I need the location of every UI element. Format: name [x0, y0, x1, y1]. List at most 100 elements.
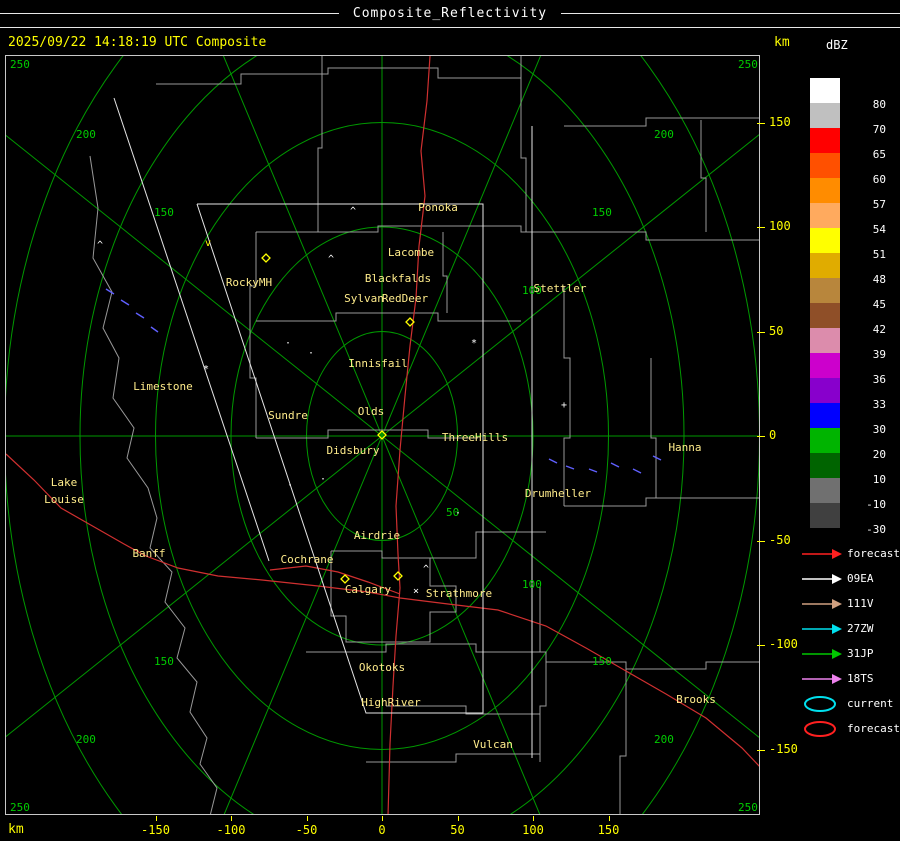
river-segment: [150, 326, 159, 333]
legend-arrow-icon: [802, 623, 842, 634]
map-symbol: ^: [423, 564, 429, 575]
radar-map-canvas[interactable]: 2502001501001502002502502001505010015020…: [0, 0, 900, 841]
map-symbol: ·: [308, 348, 314, 359]
town-label: Sylvan: [344, 292, 384, 305]
map-symbol: ·: [287, 480, 293, 491]
boundary-line: [650, 358, 657, 498]
coverage-outline: [113, 97, 270, 562]
boundary-line: [156, 67, 521, 85]
map-symbol: ·: [285, 338, 291, 349]
colorbar-swatch: [810, 503, 840, 528]
map-legend: forecast 09EA 111V 27ZW 31JP 18TS current forec…: [800, 541, 900, 741]
town-label: Louise: [44, 493, 84, 506]
right-axis-tick: [757, 540, 765, 542]
map-symbol: +: [561, 400, 567, 411]
right-axis-value: 100: [769, 219, 791, 233]
radar-site-marker: [261, 253, 271, 263]
town-label: Innisfail: [348, 357, 408, 370]
legend-item: current: [800, 691, 900, 716]
grid-spoke: [199, 0, 383, 437]
legend-label: 09EA: [847, 572, 874, 585]
colorbar-swatch: [810, 78, 840, 103]
right-axis-tick: [757, 749, 765, 751]
town-label: Lacombe: [388, 246, 434, 259]
right-axis-value: -100: [769, 637, 798, 651]
right-axis-unit-label: km: [774, 35, 790, 50]
map-symbol: *: [203, 364, 209, 375]
boundary-line: [366, 753, 540, 763]
colorbar-stop: 36: [810, 353, 898, 386]
colorbar-value: -30: [866, 523, 886, 536]
boundary-line: [539, 586, 547, 762]
bottom-axis-value: -150: [141, 823, 170, 837]
legend-item: 18TS: [800, 666, 900, 691]
range-ring-label: 150: [154, 206, 174, 219]
colorbar-stop: -10: [810, 478, 898, 511]
legend-label: 31JP: [847, 647, 874, 660]
colorbar-swatch: [810, 178, 840, 203]
colorbar-stop: 10: [810, 453, 898, 486]
colorbar-stop: 20: [810, 428, 898, 461]
boundary-line: [442, 232, 448, 313]
map-symbol: ·: [320, 474, 326, 485]
colorbar-swatch: [810, 128, 840, 153]
colorbar-swatch: [810, 478, 840, 503]
river-segment: [610, 462, 620, 468]
legend-label: 111V: [847, 597, 874, 610]
bottom-axis-tick: [155, 816, 157, 821]
legend-arrow-icon: [802, 573, 842, 584]
right-axis-value: 50: [769, 323, 784, 338]
river-segment: [105, 288, 115, 295]
river-segment: [632, 468, 642, 474]
colorbar-swatch: [810, 453, 840, 478]
legend-label: 18TS: [847, 672, 874, 685]
colorbar-stop: 60: [810, 153, 898, 186]
boundary-line: [564, 117, 761, 127]
colorbar-swatch: [810, 153, 840, 178]
right-axis-value: 150: [769, 114, 791, 129]
right-axis-value: 0: [769, 428, 777, 442]
river-segment: [565, 465, 575, 470]
range-ring-label: 150: [592, 206, 612, 219]
colorbar-stop: 33: [810, 378, 898, 411]
colorbar-swatch: [810, 303, 840, 328]
right-axis-tick: [757, 227, 765, 228]
colorbar-swatch: [810, 103, 840, 128]
bottom-axis-tick: [306, 816, 308, 821]
town-label: Drumheller: [525, 487, 592, 500]
radar-app-window: Composite_Reflectivity 2025/09/22 14:18:…: [0, 0, 900, 841]
titlebar-rule-left: [0, 13, 339, 14]
colorbar-stop: 80: [810, 78, 898, 111]
legend-label: current: [847, 697, 894, 710]
town-label: Olds: [358, 405, 385, 418]
town-label: Calgary: [345, 583, 392, 596]
radar-map-viewport[interactable]: 250 200 150 100 150 200 250 250 200 150 50 100 150 20…: [0, 0, 900, 841]
legend-arrow-icon: [802, 673, 842, 684]
range-ring-label: 150: [154, 655, 174, 668]
town-label: Lake: [51, 476, 78, 489]
town-label: Blackfalds: [365, 272, 431, 285]
colorbar-stop: 70: [810, 103, 898, 136]
river-segment: [120, 299, 130, 306]
colorbar-stop: 54: [810, 203, 898, 236]
colorbar-stop: 42: [810, 303, 898, 336]
timestamp-label: 2025/09/22 14:18:19 UTC Composite: [8, 35, 267, 50]
map-symbol: ·: [455, 508, 461, 519]
town-label: Strathmore: [426, 587, 492, 600]
legend-ellipse-icon: [804, 720, 836, 737]
window-title: Composite_Reflectivity: [352, 6, 548, 21]
boundary-line: [563, 286, 571, 506]
radar-site-marker: [393, 571, 403, 581]
town-label: HighRiver: [361, 696, 421, 709]
legend-ellipse-icon: [804, 695, 836, 712]
colorbar-swatch: [810, 353, 840, 378]
map-symbol: ^: [328, 254, 334, 265]
legend-item: 27ZW: [800, 616, 900, 641]
colorbar-swatch: [810, 328, 840, 353]
legend-label: forecast: [847, 722, 900, 735]
range-ring-label: 100: [522, 578, 542, 591]
legend-arrow-icon: [802, 648, 842, 659]
bottom-axis-value: -50: [295, 823, 318, 837]
colorbar-stop: 57: [810, 178, 898, 211]
titlebar-rule-right: [561, 13, 900, 14]
